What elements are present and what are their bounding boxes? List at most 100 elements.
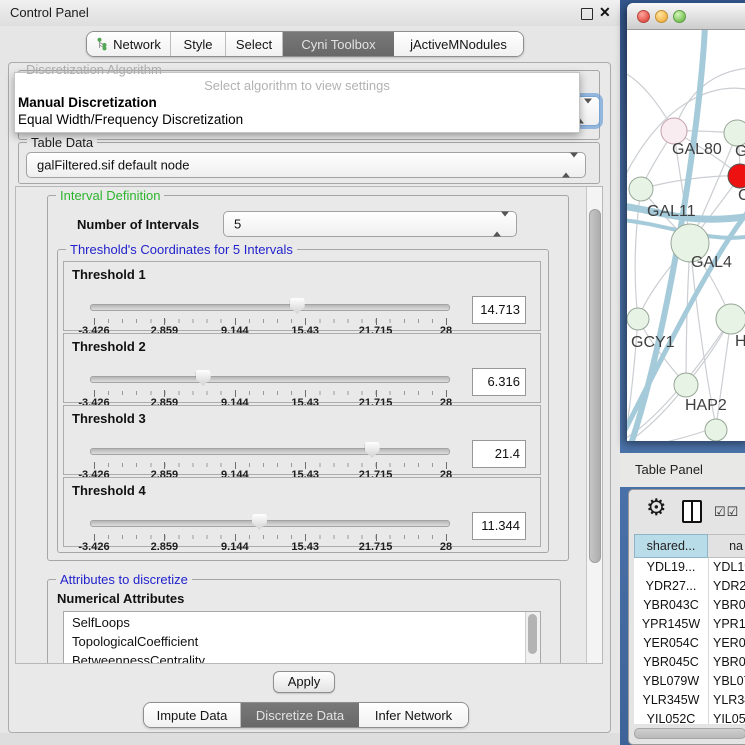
- network-icon: [96, 37, 108, 51]
- network-canvas[interactable]: GAL80GACGAL11GAL4GCY1HHAP2: [627, 30, 745, 441]
- vertical-scrollbar-thumb[interactable]: [589, 209, 601, 563]
- threshold-value-field[interactable]: 21.4: [472, 440, 526, 468]
- network-node[interactable]: [716, 304, 745, 334]
- slider-major-tick: [376, 390, 377, 397]
- table-row[interactable]: YIL052C YIL05: [634, 710, 745, 724]
- attribute-list-item[interactable]: BetweennessCentrality: [72, 653, 205, 664]
- network-edge[interactable]: [627, 427, 716, 441]
- column-header-shared-name[interactable]: shared...: [634, 534, 708, 558]
- table-row[interactable]: YBL079W YBL07: [634, 672, 745, 691]
- minimize-traffic-light-icon[interactable]: [655, 10, 668, 23]
- horizontal-scrollbar[interactable]: [634, 728, 745, 739]
- slider-track[interactable]: [90, 376, 450, 383]
- threshold-value-field[interactable]: 11.344: [472, 512, 526, 540]
- table-row[interactable]: YER054C YER05: [634, 634, 745, 653]
- tab-impute-data[interactable]: Impute Data: [144, 703, 241, 727]
- slider-thumb[interactable]: [365, 442, 380, 458]
- cell-name[interactable]: YBR04: [713, 598, 745, 612]
- threshold-slider[interactable]: -3.4262.8599.14415.4321.71528: [94, 514, 446, 548]
- attribute-list-item[interactable]: TopologicalCoefficient: [72, 634, 198, 649]
- select-columns-checkboxes-icon[interactable]: ☑☑: [714, 504, 739, 520]
- threshold-value-field[interactable]: 6.316: [472, 368, 526, 396]
- cell-shared-name[interactable]: YBL079W: [634, 674, 708, 688]
- tab-network[interactable]: Network: [87, 32, 171, 56]
- slider-major-tick: [164, 390, 165, 397]
- cell-name[interactable]: YBL07: [713, 674, 745, 688]
- cell-shared-name[interactable]: YBR045C: [634, 655, 708, 669]
- cell-shared-name[interactable]: YPR145W: [634, 617, 708, 631]
- cell-name[interactable]: YBR04: [713, 655, 745, 669]
- table-row[interactable]: YDL19... YDL19: [634, 558, 745, 577]
- tab-infer-network[interactable]: Infer Network: [359, 703, 468, 727]
- network-node[interactable]: [705, 419, 727, 441]
- tab-jactivemnodules[interactable]: jActiveMNodules: [394, 32, 523, 56]
- threshold-slider[interactable]: -3.4262.8599.14415.4321.71528: [94, 370, 446, 404]
- dropdown-option[interactable]: Manual Discretization: [18, 95, 157, 110]
- dropdown-option[interactable]: Equal Width/Frequency Discretization: [18, 112, 243, 127]
- tab-style[interactable]: Style: [171, 32, 226, 56]
- zoom-traffic-light-icon[interactable]: [673, 10, 686, 23]
- cell-name[interactable]: YDL19: [713, 560, 745, 574]
- cell-shared-name[interactable]: YDR27...: [634, 579, 708, 593]
- cell-shared-name[interactable]: YDL19...: [634, 560, 708, 574]
- attributes-scrollbar-thumb[interactable]: [528, 614, 537, 654]
- columns-icon[interactable]: [682, 500, 702, 523]
- cell-name[interactable]: YIL05: [713, 712, 745, 724]
- cell-name[interactable]: YLR34: [713, 693, 745, 707]
- close-icon[interactable]: ✕: [599, 4, 611, 21]
- vertical-scrollbar[interactable]: [586, 187, 602, 663]
- table-row[interactable]: YDR27... YDR27: [634, 577, 745, 596]
- cell-shared-name[interactable]: YLR345W: [634, 693, 708, 707]
- tab-cyni-toolbox[interactable]: Cyni Toolbox: [283, 32, 394, 56]
- number-of-intervals-select[interactable]: 5: [223, 211, 517, 237]
- threshold-value-field[interactable]: 14.713: [472, 296, 526, 324]
- tab-discretize-data[interactable]: Discretize Data: [241, 703, 359, 727]
- network-node[interactable]: [627, 308, 649, 330]
- slider-thumb[interactable]: [290, 298, 305, 314]
- table-panel-header: Table Panel: [620, 453, 745, 487]
- slider-thumb[interactable]: [196, 370, 211, 386]
- slider-major-tick: [305, 318, 306, 325]
- close-traffic-light-icon[interactable]: [637, 10, 650, 23]
- table-data-select[interactable]: galFiltered.sif default node: [26, 152, 586, 178]
- attributes-scrollbar[interactable]: [525, 612, 540, 664]
- slider-major-tick: [376, 462, 377, 469]
- slider-thumb[interactable]: [252, 514, 267, 530]
- network-node[interactable]: [674, 373, 698, 397]
- cell-shared-name[interactable]: YBR043C: [634, 598, 708, 612]
- cell-name[interactable]: YPR14: [713, 617, 745, 631]
- slider-tick-label: 28: [440, 541, 452, 553]
- gear-icon[interactable]: ⚙: [646, 496, 667, 519]
- network-node-label: C: [738, 187, 745, 204]
- cell-name[interactable]: YDR27: [713, 579, 745, 593]
- table-row[interactable]: YBR043C YBR04: [634, 596, 745, 615]
- slider-track[interactable]: [90, 304, 450, 311]
- slider-track[interactable]: [90, 448, 450, 455]
- network-node-label: GCY1: [631, 334, 675, 351]
- network-node-label: H: [735, 333, 745, 350]
- threshold-slider[interactable]: -3.4262.8599.14415.4321.71528: [94, 442, 446, 476]
- dock-footer: [0, 733, 620, 745]
- table-row[interactable]: YLR345W YLR34: [634, 691, 745, 710]
- table-row[interactable]: YPR145W YPR14: [634, 615, 745, 634]
- slider-minor-ticks: [94, 391, 447, 395]
- slider-major-tick: [235, 318, 236, 325]
- cell-name[interactable]: YER05: [713, 636, 745, 650]
- apply-button[interactable]: Apply: [273, 671, 335, 693]
- slider-tick-label: 2.859: [151, 541, 179, 553]
- tab-select[interactable]: Select: [226, 32, 283, 56]
- slider-track[interactable]: [90, 520, 450, 527]
- threshold-slider[interactable]: -3.4262.8599.14415.4321.71528: [94, 298, 446, 332]
- network-node-label: HAP2: [685, 397, 727, 414]
- column-header-name[interactable]: na: [708, 534, 745, 558]
- table-row[interactable]: YBR045C YBR04: [634, 653, 745, 672]
- cell-shared-name[interactable]: YER054C: [634, 636, 708, 650]
- numerical-attributes-list[interactable]: SelfLoops TopologicalCoefficient Betweenne…: [63, 611, 541, 664]
- attribute-list-item[interactable]: SelfLoops: [72, 615, 130, 630]
- attributes-group-title: Attributes to discretize: [56, 572, 192, 587]
- cell-shared-name[interactable]: YIL052C: [634, 712, 708, 724]
- slider-tick-label: 9.144: [221, 541, 249, 553]
- float-window-icon[interactable]: [581, 8, 593, 20]
- threshold-panel: Threshold 1-3.4262.8599.14415.4321.71528…: [63, 261, 541, 331]
- network-node[interactable]: [629, 177, 653, 201]
